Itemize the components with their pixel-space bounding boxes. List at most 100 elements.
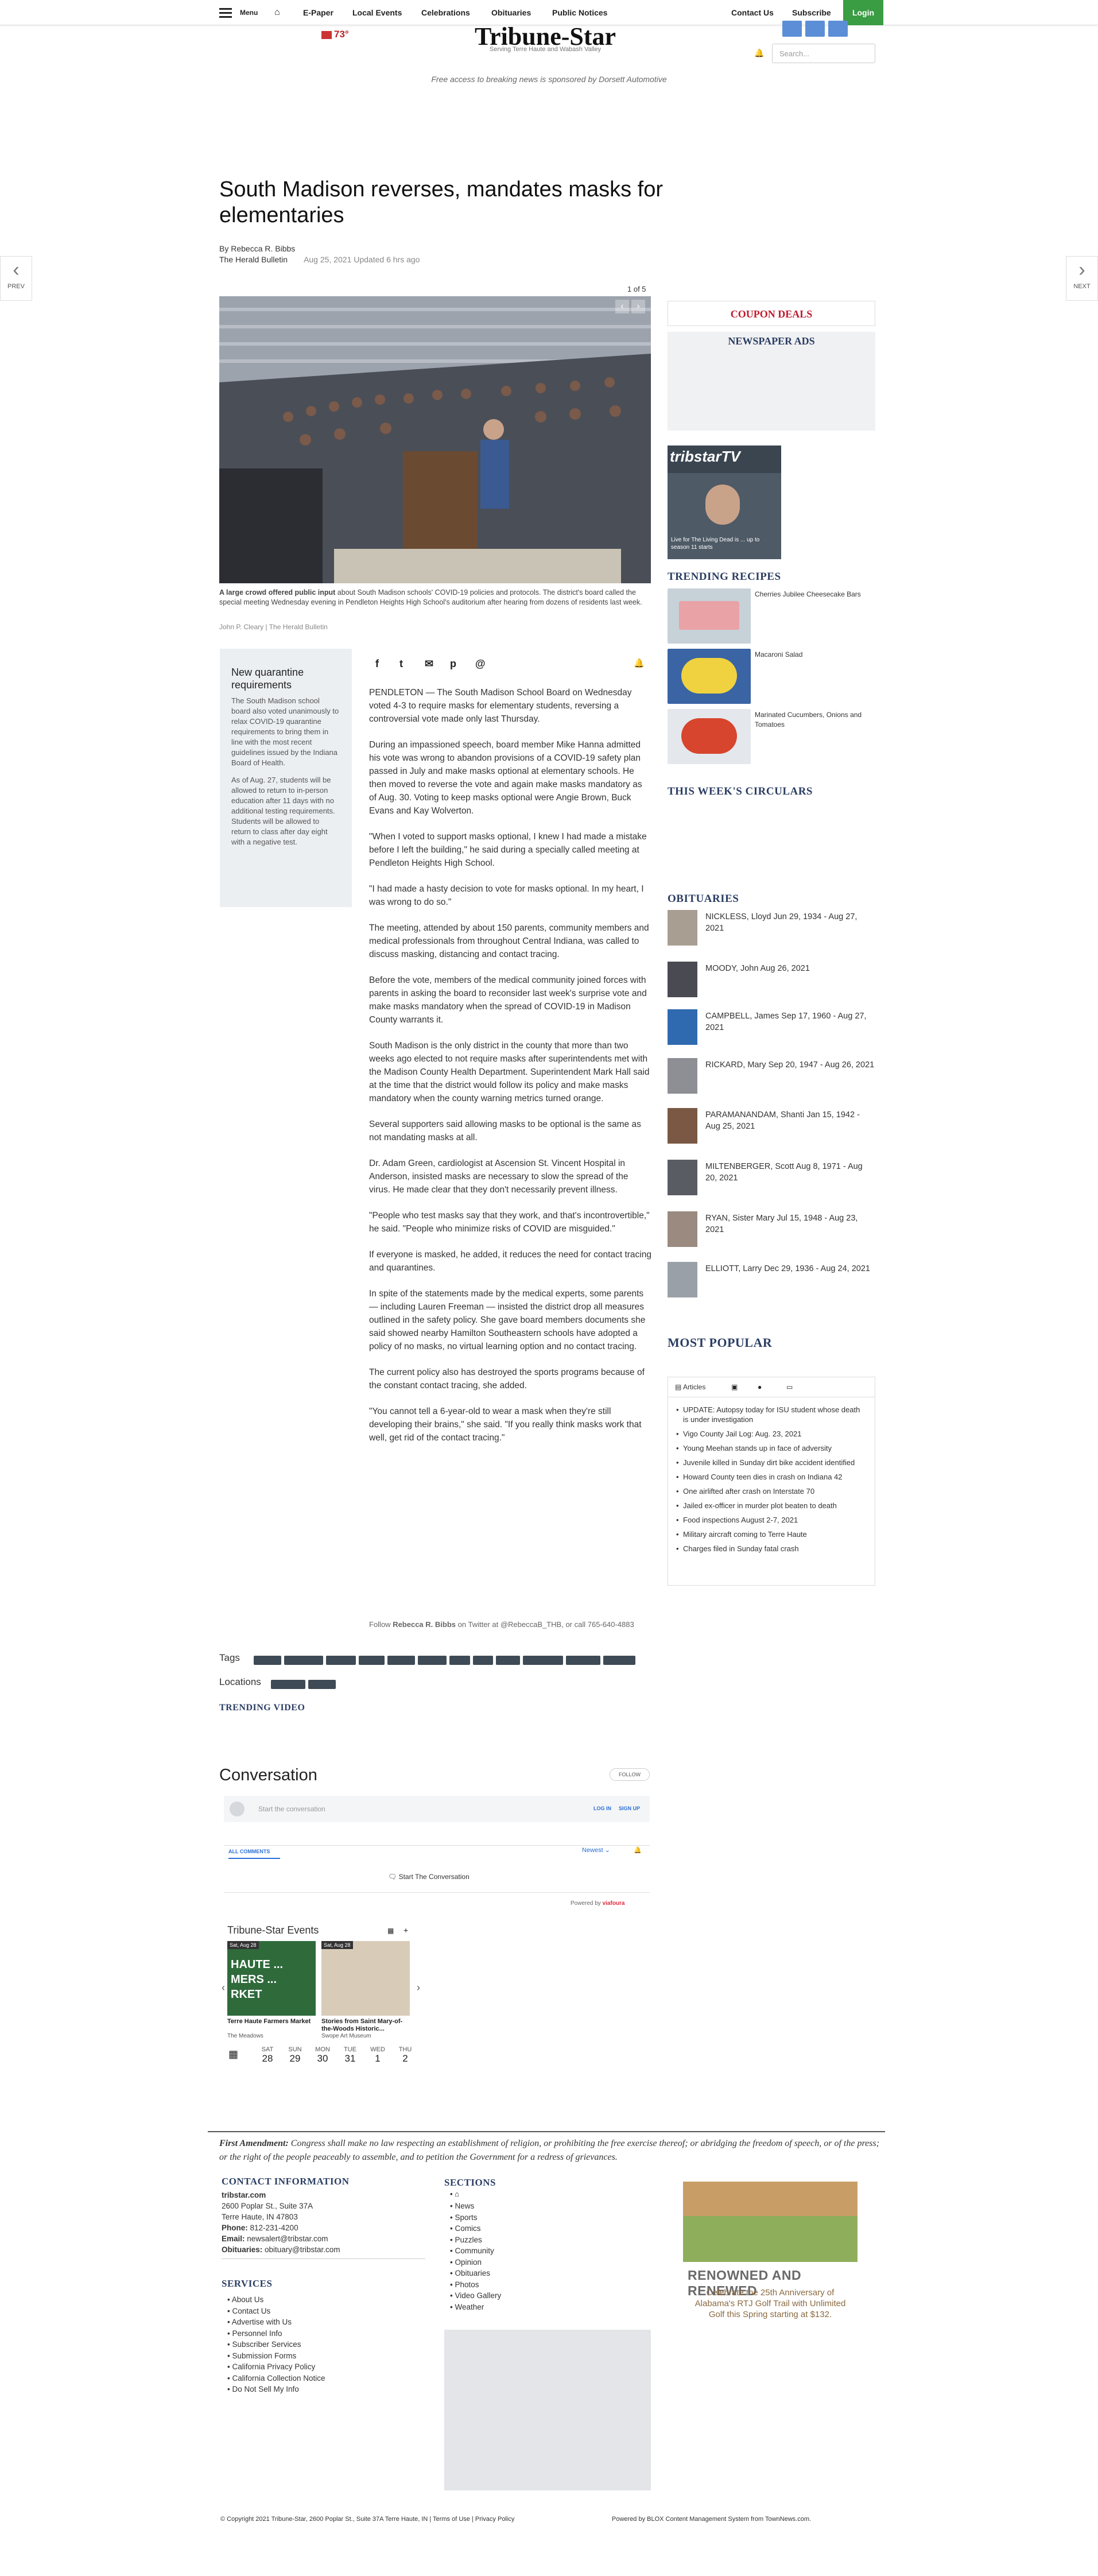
- tag-pill[interactable]: [496, 1656, 520, 1665]
- site-logo[interactable]: Tribune-Star: [442, 22, 649, 46]
- tag-pill[interactable]: [284, 1656, 323, 1665]
- event-card[interactable]: Sat, Aug 28 Stories from Saint Mary-of-t…: [321, 1941, 410, 2041]
- notification-bell-icon[interactable]: 🔔: [634, 658, 645, 668]
- footer-link[interactable]: Puzzles: [450, 2234, 501, 2246]
- day-cell[interactable]: WED 1: [366, 2046, 389, 2064]
- popular-article-link[interactable]: Howard County teen dies in crash on Indi…: [675, 1470, 864, 1484]
- popular-article-link[interactable]: Juvenile killed in Sunday dirt bike acci…: [675, 1455, 864, 1470]
- tribstar-tv-widget[interactable]: tribstarTV Live for The Living Dead is .…: [668, 446, 781, 559]
- calendar-icon[interactable]: ▦: [228, 2048, 238, 2060]
- weather-widget[interactable]: 73°: [321, 29, 349, 40]
- follow-author-link[interactable]: Rebecca R. Bibbs: [393, 1620, 456, 1629]
- tag-pill[interactable]: [473, 1656, 493, 1665]
- day-cell[interactable]: MON 30: [311, 2046, 334, 2064]
- image-tab-icon[interactable]: ▣: [731, 1383, 738, 1391]
- golf-ad[interactable]: RENOWNED AND RENEWED Celebrate the 25th …: [683, 2182, 858, 2354]
- event-card[interactable]: Sat, Aug 28 HAUTE ... MERS ... RKET Terr…: [227, 1941, 316, 2041]
- popular-article-link[interactable]: Charges filed in Sunday fatal crash: [675, 1541, 864, 1556]
- pinterest-share-icon[interactable]: p: [450, 658, 456, 670]
- events-prev-icon[interactable]: ‹: [222, 1982, 225, 1994]
- obituary-item[interactable]: PARAMANANDAM, Shanti Jan 15, 1942 - Aug …: [668, 1108, 875, 1146]
- contact-us-link[interactable]: Contact Us: [731, 0, 774, 25]
- facebook-share-icon[interactable]: f: [375, 658, 379, 670]
- newspaper-ads-box[interactable]: NEWSPAPER ADS: [668, 332, 875, 431]
- twitter-share-icon[interactable]: t: [399, 658, 403, 670]
- sms-share-icon[interactable]: ✉: [425, 658, 433, 670]
- events-next-icon[interactable]: ›: [417, 1982, 420, 1994]
- footer-link[interactable]: Advertise with Us: [227, 2317, 325, 2328]
- footer-link[interactable]: Obituaries: [450, 2268, 501, 2279]
- footer-link[interactable]: California Privacy Policy: [227, 2361, 325, 2373]
- tag-pill[interactable]: [418, 1656, 447, 1665]
- footer-link[interactable]: Photos: [450, 2279, 501, 2291]
- phone-value[interactable]: 812-231-4200: [248, 2224, 298, 2232]
- footer-link[interactable]: Submission Forms: [227, 2350, 325, 2362]
- log-in-link[interactable]: LOG IN: [593, 1806, 611, 1811]
- obituary-item[interactable]: MILTENBERGER, Scott Aug 8, 1971 - Aug 20…: [668, 1160, 875, 1198]
- footer-link[interactable]: Sports: [450, 2212, 501, 2224]
- viafoura-logo[interactable]: viafoura: [603, 1900, 625, 1907]
- tag-pill[interactable]: [603, 1656, 635, 1665]
- start-conversation-button[interactable]: 🗨 Start The Conversation: [388, 1873, 470, 1881]
- nav-item-e-paper[interactable]: E-Paper: [303, 0, 333, 25]
- obituary-item[interactable]: RYAN, Sister Mary Jul 15, 1948 - Aug 23,…: [668, 1211, 875, 1249]
- menu-label[interactable]: Menu: [240, 0, 258, 25]
- tag-pill[interactable]: [326, 1656, 356, 1665]
- footer-link[interactable]: California Collection Notice: [227, 2373, 325, 2384]
- tag-pill[interactable]: [566, 1656, 600, 1665]
- obituary-item[interactable]: NICKLESS, Lloyd Jun 29, 1934 - Aug 27, 2…: [668, 910, 875, 948]
- nav-item-local-events[interactable]: Local Events: [352, 0, 402, 25]
- popular-article-link[interactable]: Jailed ex-officer in murder plot beaten …: [675, 1498, 864, 1513]
- tag-pill[interactable]: [387, 1656, 415, 1665]
- email-icon[interactable]: [828, 21, 848, 37]
- footer-link[interactable]: Do Not Sell My Info: [227, 2384, 325, 2395]
- day-cell[interactable]: SUN 29: [284, 2046, 306, 2064]
- notifications-bell-icon[interactable]: 🔔: [754, 48, 764, 58]
- footer-link[interactable]: Personnel Info: [227, 2328, 325, 2339]
- popular-article-link[interactable]: Vigo County Jail Log: Aug. 23, 2021: [675, 1427, 864, 1441]
- notification-bell-icon[interactable]: 🔔: [634, 1846, 642, 1854]
- facebook-icon[interactable]: [782, 21, 802, 37]
- all-comments-tab[interactable]: ALL COMMENTS: [228, 1849, 280, 1859]
- popular-article-link[interactable]: Young Meehan stands up in face of advers…: [675, 1441, 864, 1455]
- search-input[interactable]: Search...: [772, 44, 875, 63]
- obituary-item[interactable]: CAMPBELL, James Sep 17, 1960 - Aug 27, 2…: [668, 1009, 875, 1047]
- calendar-icon[interactable]: ▦: [387, 1927, 394, 1935]
- follow-conversation-button[interactable]: FOLLOW: [610, 1768, 650, 1781]
- tag-pill[interactable]: [359, 1656, 385, 1665]
- comments-tab-icon[interactable]: ▭: [786, 1383, 793, 1391]
- articles-tab[interactable]: ▤ Articles: [675, 1383, 705, 1391]
- article-photo[interactable]: ‹ ›: [219, 296, 651, 583]
- recipe-item[interactable]: Macaroni Salad: [668, 649, 875, 705]
- day-cell[interactable]: TUE 31: [339, 2046, 362, 2064]
- coupon-deals-banner[interactable]: COUPON DEALS: [668, 301, 875, 326]
- obituary-item[interactable]: MOODY, John Aug 26, 2021: [668, 962, 875, 1000]
- home-icon[interactable]: • ⌂: [450, 2190, 459, 2198]
- footer-link[interactable]: Community: [450, 2245, 501, 2257]
- recipe-item[interactable]: Cherries Jubilee Cheesecake Bars: [668, 588, 875, 645]
- footer-link[interactable]: Opinion: [450, 2257, 501, 2268]
- comment-input[interactable]: Start the conversation LOG IN SIGN UP: [224, 1796, 650, 1822]
- footer-link[interactable]: Contact Us: [227, 2306, 325, 2317]
- powered-by-blox[interactable]: Powered by BLOX Content Management Syste…: [612, 2516, 811, 2523]
- add-event-icon[interactable]: +: [403, 1926, 408, 1935]
- popular-article-link[interactable]: Food inspections August 2-7, 2021: [675, 1513, 864, 1527]
- login-button[interactable]: Login: [843, 0, 883, 25]
- email-share-icon[interactable]: @: [475, 658, 486, 670]
- next-article-button[interactable]: › NEXT: [1066, 256, 1098, 301]
- home-icon[interactable]: ⌂: [274, 0, 280, 25]
- footer-link[interactable]: Weather: [450, 2302, 501, 2313]
- tag-pill[interactable]: [254, 1656, 281, 1665]
- twitter-icon[interactable]: [805, 21, 825, 37]
- photo-next-icon[interactable]: ›: [631, 300, 645, 313]
- prev-article-button[interactable]: ‹ PREV: [0, 256, 32, 301]
- sign-up-link[interactable]: SIGN UP: [619, 1806, 640, 1811]
- video-tab-icon[interactable]: ●: [758, 1383, 762, 1391]
- day-cell[interactable]: THU 2: [394, 2046, 417, 2064]
- popular-article-link[interactable]: One airlifted after crash on Interstate …: [675, 1484, 864, 1498]
- location-pill[interactable]: [308, 1680, 336, 1689]
- obituary-item[interactable]: RICKARD, Mary Sep 20, 1947 - Aug 26, 202…: [668, 1058, 875, 1096]
- menu-icon[interactable]: [219, 8, 232, 18]
- sort-dropdown[interactable]: Newest ⌄: [582, 1846, 610, 1854]
- footer-link[interactable]: Subscriber Services: [227, 2339, 325, 2350]
